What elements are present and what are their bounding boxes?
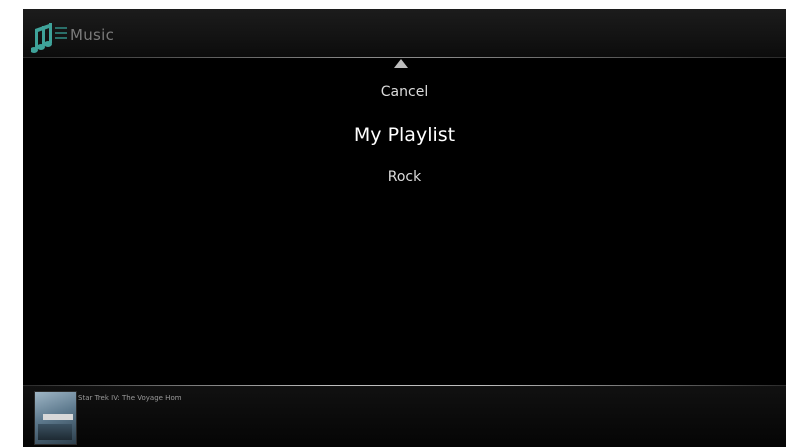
- thumbnail-artwork: [38, 424, 72, 440]
- now-playing-title: Star Trek IV: The Voyage Hom: [78, 394, 182, 402]
- up-arrow-icon[interactable]: [394, 59, 408, 68]
- now-playing-bar: Star Trek IV: The Voyage Hom: [23, 386, 786, 447]
- menu-item-my-playlist[interactable]: My Playlist: [23, 124, 786, 146]
- thumbnail-title-band: [43, 414, 73, 420]
- menu-item-cancel[interactable]: Cancel: [23, 84, 786, 100]
- app-title: Music: [70, 26, 115, 44]
- menu-item-rock[interactable]: Rock: [23, 169, 786, 185]
- header-divider: [23, 57, 786, 58]
- header-bar: Music: [23, 9, 786, 57]
- music-notes-icon: [31, 23, 67, 53]
- album-art-thumbnail[interactable]: [34, 391, 77, 445]
- media-center-screen: Music Cancel My Playlist Rock Star Trek …: [23, 9, 786, 447]
